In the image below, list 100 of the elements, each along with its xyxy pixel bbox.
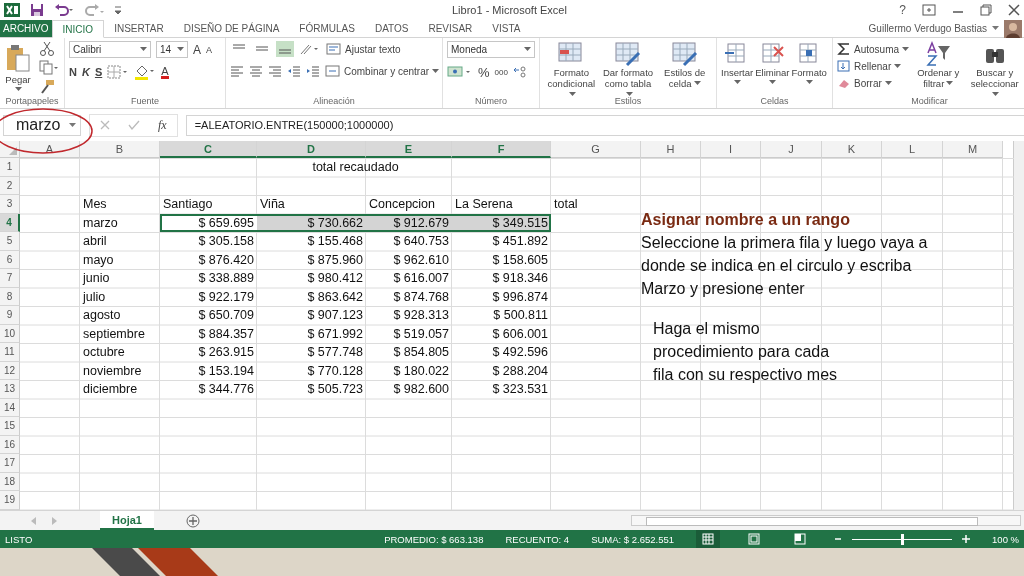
caret-icon [177,47,184,52]
ribbon-options-icon[interactable] [922,4,936,16]
column-header[interactable]: C [160,141,257,158]
editing-button[interactable]: Borrar [837,75,909,91]
restore-icon[interactable] [980,4,992,16]
close-icon[interactable] [1008,4,1020,16]
name-box[interactable]: marzo [3,114,81,136]
ribbon-tab[interactable]: INSERTAR [104,20,174,37]
fill-color-icon[interactable] [134,64,157,80]
column-header[interactable]: I [701,141,761,158]
formula-field[interactable]: =ALEATORIO.ENTRE(150000;1000000) [185,114,1024,136]
row-header[interactable]: 17 [0,454,20,473]
table-cell-text: $ 616.007 [392,270,450,287]
cancel-icon[interactable] [100,120,110,130]
underline-button[interactable]: S [94,64,103,80]
format-painter-icon[interactable] [39,79,55,95]
row-header[interactable]: 7 [0,269,20,288]
styles-button[interactable]: Formato condicional [544,41,599,100]
ribbon-tab[interactable]: FÓRMULAS [289,20,365,37]
row-header[interactable]: 13 [0,380,20,399]
font-size-field[interactable]: 14 [156,41,188,58]
row-header[interactable]: 3 [0,195,20,214]
align-center-icon[interactable] [249,65,263,77]
help-button[interactable]: ? [899,3,906,17]
currency-icon[interactable] [447,65,473,79]
vertical-align-button[interactable] [276,41,294,57]
row-header[interactable]: 9 [0,306,20,325]
decrease-indent-icon[interactable] [287,65,301,77]
cells-button[interactable]: Eliminar [755,41,790,85]
italic-button[interactable]: K [81,64,90,80]
zoom-out-icon[interactable] [834,535,843,543]
merge-center-button[interactable]: Combinar y centrar [325,63,440,79]
shrink-font-button[interactable]: A [206,41,213,58]
save-icon[interactable] [30,3,44,17]
row-header[interactable]: 11 [0,343,20,362]
align-right-icon[interactable] [268,65,282,77]
editing-button[interactable]: Buscar y seleccionar [967,41,1022,100]
excel-logo-icon [4,3,20,17]
cells-button[interactable]: Formato [791,41,827,85]
view-button[interactable] [696,530,721,548]
paste-button[interactable]: Pegar [4,44,32,92]
undo-icon[interactable] [54,3,74,17]
bold-button[interactable]: N [69,64,77,80]
count-readout: RECUENTO: 4 [505,533,570,545]
merge-cells-icon [325,65,341,77]
zoom-slider-thumb[interactable] [901,533,905,545]
group-label: Alineación [312,95,356,108]
user-name[interactable]: Guillermo Verdugo Bastias [868,23,987,34]
customize-icon[interactable] [114,5,122,15]
editing-button[interactable]: Rellenar [837,58,909,74]
column-header[interactable]: D [257,141,366,158]
thousands-button[interactable]: 000 [494,64,508,80]
column-header[interactable]: K [822,141,882,158]
table-cell-text: $ 492.596 [491,344,549,361]
ribbon-tab[interactable]: REVISAR [418,20,483,37]
grow-font-button[interactable]: A [193,41,201,58]
increase-indent-icon[interactable] [306,65,320,77]
row-header[interactable]: 5 [0,232,20,251]
table-cell-text: $ 577.748 [306,344,364,361]
row-header[interactable]: 15 [0,417,20,436]
scissors-icon[interactable] [39,41,55,57]
editing-button[interactable]: Ordenar y filtrar [911,41,966,89]
vertical-scrollbar[interactable] [1013,141,1024,510]
sheet-tab[interactable]: Hoja1 [100,511,154,530]
ribbon-tab[interactable]: VISTA [482,20,531,37]
select-all-icon[interactable] [9,147,17,155]
insert-function-button[interactable]: fx [158,117,167,133]
editing-button[interactable]: Autosuma [837,41,909,57]
font-family-field[interactable]: Calibri [69,41,151,58]
decimal-icon[interactable] [512,65,527,79]
table-cell-text: $ 323.531 [491,381,549,398]
zoom-in-icon[interactable] [962,535,971,543]
horizontal-scrollbar[interactable] [631,515,1021,526]
ribbon-tab[interactable]: INICIO [51,20,105,38]
avatar-icon[interactable] [1004,19,1022,38]
check-icon[interactable] [128,120,140,130]
table-cell-text: $ 519.057 [392,325,450,343]
cells-button[interactable]: Insertar [721,41,754,85]
column-header[interactable]: E [366,141,452,158]
column-header[interactable]: J [761,141,822,158]
column-header[interactable]: L [882,141,943,158]
orientation-icon[interactable] [299,42,321,56]
row-header[interactable]: 1 [0,158,20,177]
column-header[interactable]: M [943,141,1003,158]
ribbon-tab[interactable]: ARCHIVO [0,20,52,37]
row-header[interactable]: 19 [0,491,20,510]
percent-button[interactable]: % [478,64,490,80]
column-header[interactable]: G [551,141,641,158]
align-left-icon[interactable] [230,65,244,77]
ribbon-tab[interactable]: DATOS [364,20,419,37]
number-format-field[interactable]: Moneda [447,41,535,58]
wrap-text-button[interactable]: Ajustar texto [326,41,401,57]
column-header[interactable]: F [452,141,551,158]
redo-icon[interactable] [84,3,104,17]
font-color-button[interactable]: A [161,65,169,79]
column-header[interactable]: B [80,141,160,158]
ribbon-tab[interactable]: DISEÑO DE PÁGINA [173,20,290,37]
column-header[interactable]: H [641,141,701,158]
add-sheet-icon[interactable] [185,513,200,528]
styles-button[interactable]: Estilos de celda [657,41,712,89]
